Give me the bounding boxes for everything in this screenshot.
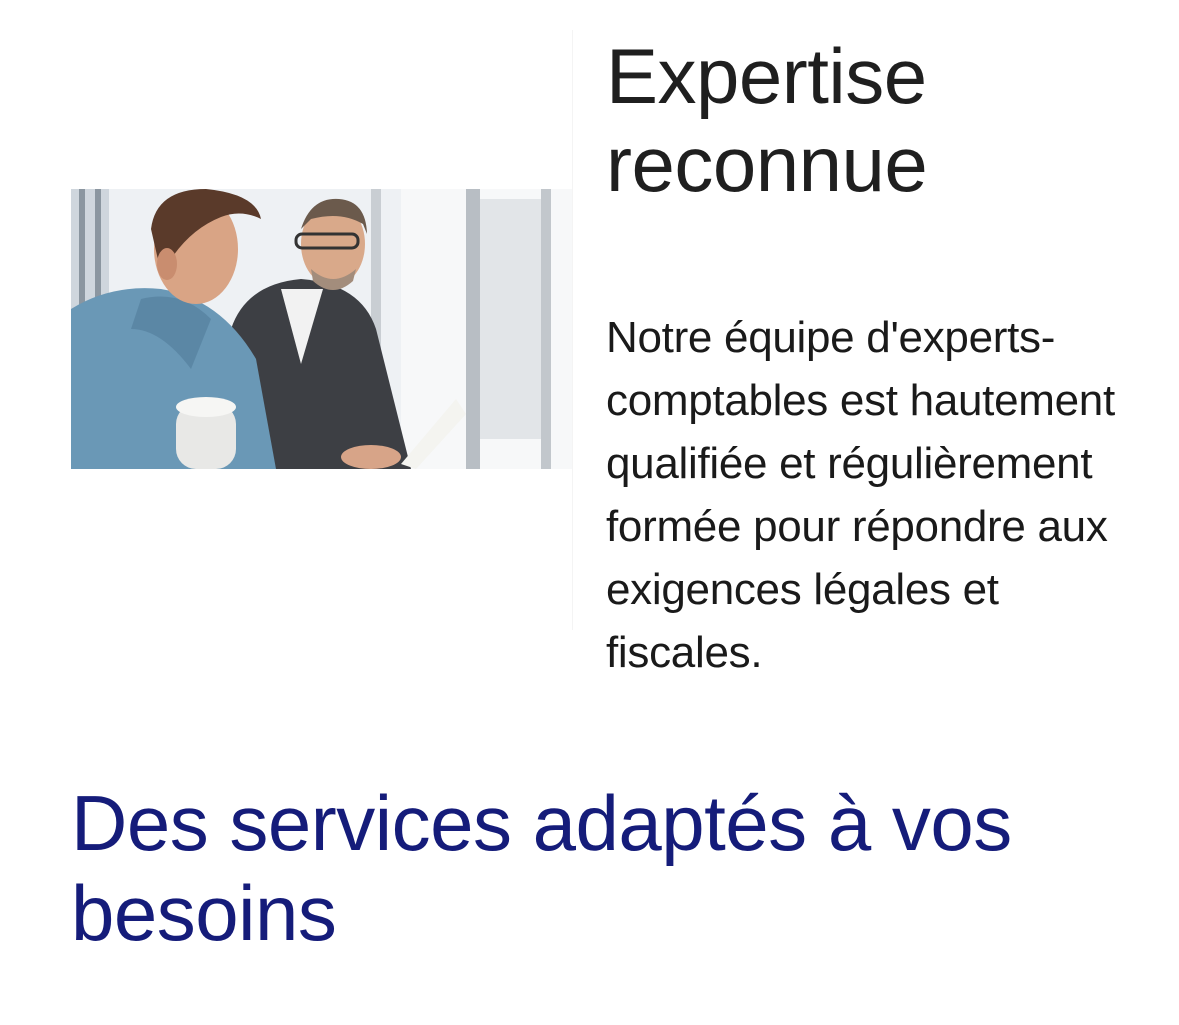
feature-heading: Expertise reconnue [606,32,928,208]
column-divider [572,30,573,630]
team-photo [71,189,572,469]
feature-description: Notre équipe d'experts-comptables est ha… [606,313,1115,677]
services-section-title: Des services adaptés à vos besoins [71,779,1012,957]
